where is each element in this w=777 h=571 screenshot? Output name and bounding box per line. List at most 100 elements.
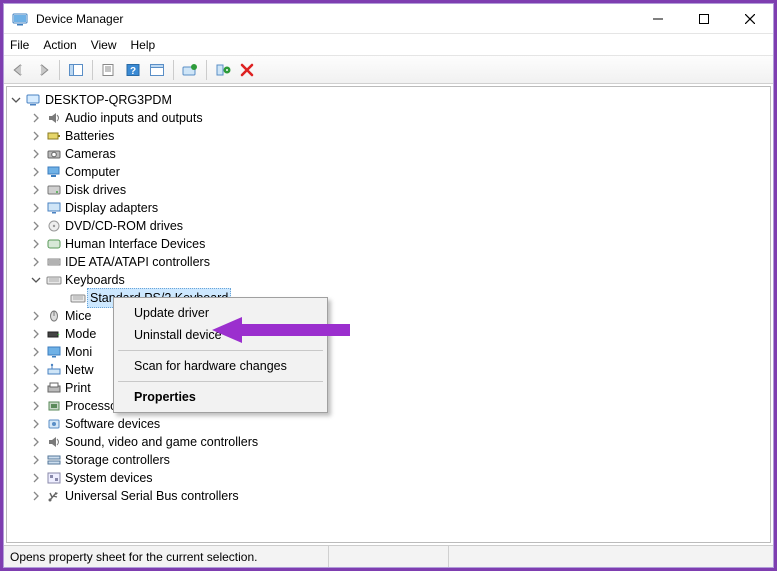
close-button[interactable] — [727, 4, 773, 34]
chevron-right-icon[interactable] — [31, 383, 45, 393]
statusbar: Opens property sheet for the current sel… — [4, 545, 773, 567]
chevron-right-icon[interactable] — [31, 329, 45, 339]
menu-view[interactable]: View — [91, 38, 117, 52]
chevron-right-icon[interactable] — [31, 221, 45, 231]
minimize-button[interactable] — [635, 4, 681, 34]
status-text: Opens property sheet for the current sel… — [10, 550, 257, 564]
ctx-separator — [118, 350, 323, 351]
ctx-properties[interactable]: Properties — [116, 386, 325, 408]
tree-category-system[interactable]: System devices — [11, 469, 770, 487]
display-icon — [45, 201, 63, 215]
tree-category-label: Sound, video and game controllers — [63, 433, 258, 451]
context-menu: Update driver Uninstall device Scan for … — [113, 297, 328, 413]
tree-category-disk[interactable]: Disk drives — [11, 181, 770, 199]
monitor-icon — [45, 345, 63, 359]
tree-category-label: Disk drives — [63, 181, 126, 199]
update-driver-button[interactable] — [179, 59, 201, 81]
tree-category-label: Universal Serial Bus controllers — [63, 487, 239, 505]
dvd-icon — [45, 219, 63, 233]
forward-button[interactable] — [32, 59, 54, 81]
chevron-right-icon[interactable] — [31, 455, 45, 465]
back-button[interactable] — [8, 59, 30, 81]
uninstall-button[interactable] — [212, 59, 234, 81]
tree-category-ide[interactable]: IDE ATA/ATAPI controllers — [11, 253, 770, 271]
ctx-uninstall-device[interactable]: Uninstall device — [116, 324, 325, 346]
tree-category-label: Moni — [63, 343, 92, 361]
menu-file[interactable]: File — [10, 38, 29, 52]
device-manager-window: Device Manager File Action View Help — [3, 3, 774, 568]
tree-category-usb[interactable]: Universal Serial Bus controllers — [11, 487, 770, 505]
chevron-right-icon[interactable] — [31, 347, 45, 357]
tree-category-label: Computer — [63, 163, 120, 181]
chevron-right-icon[interactable] — [31, 311, 45, 321]
chevron-right-icon[interactable] — [31, 113, 45, 123]
delete-button[interactable] — [236, 59, 258, 81]
tree-category-display[interactable]: Display adapters — [11, 199, 770, 217]
tree-category-label: Storage controllers — [63, 451, 170, 469]
app-icon — [12, 11, 28, 27]
tree-category-keyboards[interactable]: Keyboards — [11, 271, 770, 289]
tree-category-label: Human Interface Devices — [63, 235, 205, 253]
tree-category-cameras[interactable]: Cameras — [11, 145, 770, 163]
chevron-right-icon[interactable] — [31, 203, 45, 213]
system-icon — [45, 471, 63, 485]
chevron-right-icon[interactable] — [31, 473, 45, 483]
chevron-down-icon[interactable] — [11, 95, 25, 105]
chevron-right-icon[interactable] — [31, 365, 45, 375]
disk-icon — [45, 183, 63, 197]
titlebar: Device Manager — [4, 4, 773, 34]
menu-action[interactable]: Action — [43, 38, 76, 52]
chevron-right-icon[interactable] — [31, 185, 45, 195]
modem-icon — [45, 327, 63, 341]
show-hide-tree-button[interactable] — [65, 59, 87, 81]
tree-category-dvd[interactable]: DVD/CD-ROM drives — [11, 217, 770, 235]
tree-category-storage[interactable]: Storage controllers — [11, 451, 770, 469]
tree-category-sound[interactable]: Sound, video and game controllers — [11, 433, 770, 451]
computer-icon — [45, 165, 63, 179]
tree-root[interactable]: DESKTOP-QRG3PDM — [11, 91, 770, 109]
battery-icon — [45, 129, 63, 143]
ctx-separator — [118, 381, 323, 382]
hid-icon — [45, 237, 63, 251]
cpu-icon — [45, 399, 63, 413]
tree-category-label: Keyboards — [63, 271, 125, 289]
speaker-icon — [45, 111, 63, 125]
svg-text:?: ? — [130, 66, 136, 77]
menu-help[interactable]: Help — [131, 38, 156, 52]
properties-button[interactable] — [98, 59, 120, 81]
speaker-icon — [45, 435, 63, 449]
scan-button[interactable] — [146, 59, 168, 81]
chevron-right-icon[interactable] — [31, 437, 45, 447]
chevron-right-icon[interactable] — [31, 239, 45, 249]
tree-category-label: IDE ATA/ATAPI controllers — [63, 253, 210, 271]
tree-category-hid[interactable]: Human Interface Devices — [11, 235, 770, 253]
chevron-right-icon[interactable] — [31, 149, 45, 159]
chevron-right-icon[interactable] — [31, 419, 45, 429]
tree-category-computer[interactable]: Computer — [11, 163, 770, 181]
tree-category-label: Audio inputs and outputs — [63, 109, 203, 127]
tree-category-label: Batteries — [63, 127, 114, 145]
keyboard-icon — [45, 273, 63, 287]
help-button[interactable]: ? — [122, 59, 144, 81]
chevron-right-icon[interactable] — [31, 131, 45, 141]
tree-category-label: Mice — [63, 307, 91, 325]
keyboard-icon — [69, 291, 87, 305]
tree-category-batteries[interactable]: Batteries — [11, 127, 770, 145]
chevron-right-icon[interactable] — [31, 257, 45, 267]
chevron-down-icon[interactable] — [31, 275, 45, 285]
tree-category-label: Software devices — [63, 415, 160, 433]
tree-category-label: DVD/CD-ROM drives — [63, 217, 183, 235]
window-title: Device Manager — [36, 12, 123, 26]
ctx-scan-hardware[interactable]: Scan for hardware changes — [116, 355, 325, 377]
camera-icon — [45, 147, 63, 161]
usb-icon — [45, 489, 63, 503]
maximize-button[interactable] — [681, 4, 727, 34]
tree-category-label: Mode — [63, 325, 96, 343]
tree-category-audio[interactable]: Audio inputs and outputs — [11, 109, 770, 127]
tree-root-label: DESKTOP-QRG3PDM — [43, 91, 172, 109]
ctx-update-driver[interactable]: Update driver — [116, 302, 325, 324]
chevron-right-icon[interactable] — [31, 167, 45, 177]
tree-category-software[interactable]: Software devices — [11, 415, 770, 433]
chevron-right-icon[interactable] — [31, 401, 45, 411]
chevron-right-icon[interactable] — [31, 491, 45, 501]
